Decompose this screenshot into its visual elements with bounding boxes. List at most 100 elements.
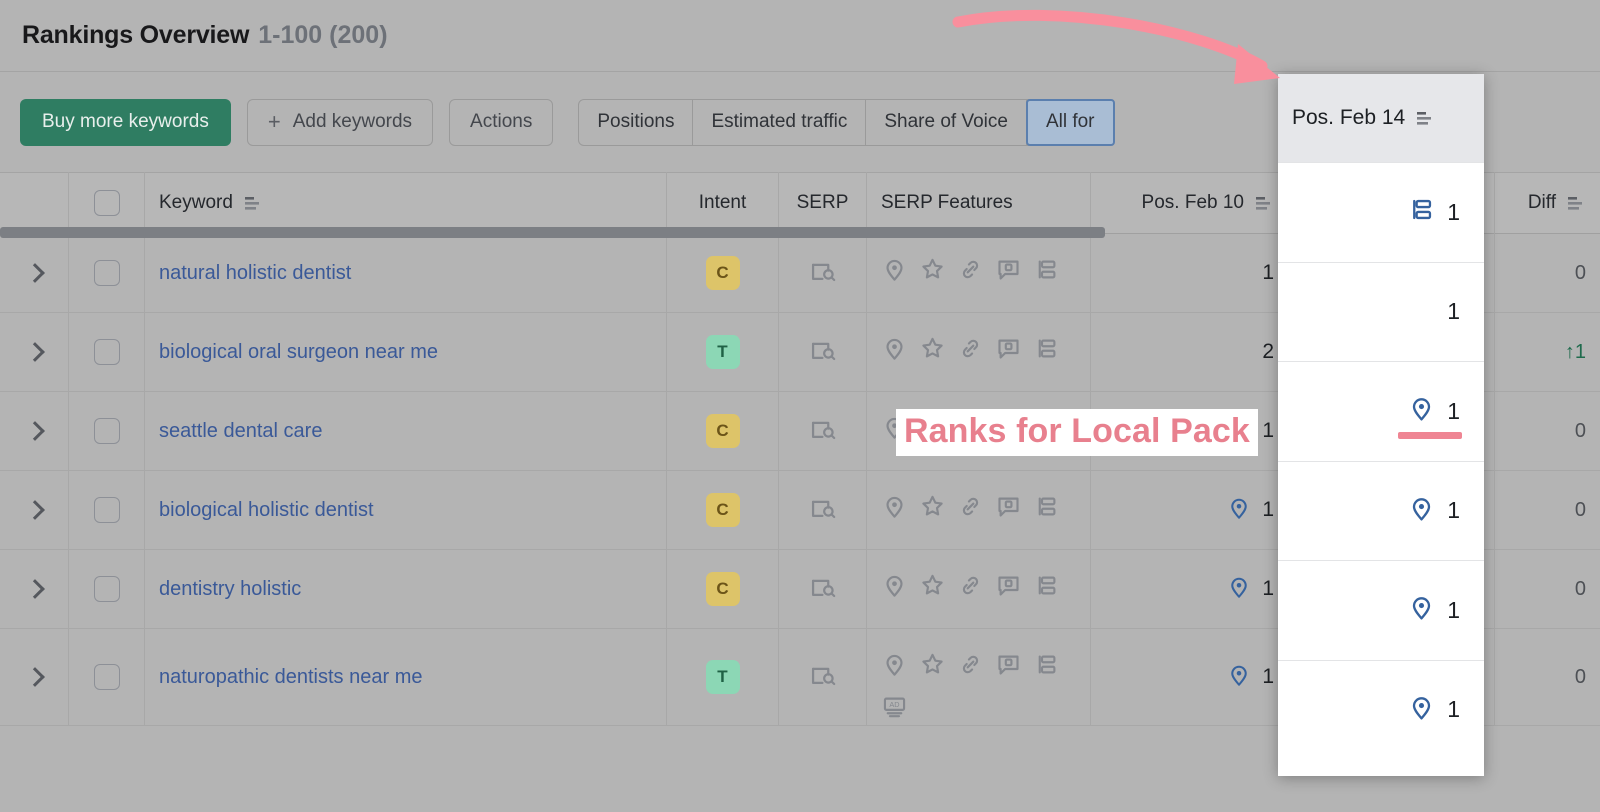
link-icon[interactable] — [957, 493, 984, 525]
keyword-link[interactable]: seattle dental care — [159, 420, 322, 443]
keyword-link[interactable]: dentistry holistic — [159, 578, 301, 601]
sort-icon[interactable] — [1415, 110, 1435, 126]
questions-icon[interactable] — [995, 335, 1022, 367]
header-intent[interactable]: Intent — [666, 172, 778, 234]
actions-button[interactable]: Actions — [449, 98, 554, 146]
intent-badge[interactable]: C — [705, 572, 740, 606]
link-icon[interactable] — [957, 335, 984, 367]
intent-badge[interactable]: T — [705, 335, 740, 369]
sitelinks-icon[interactable] — [1033, 572, 1060, 604]
local-pack-icon[interactable] — [1226, 662, 1252, 693]
chevron-right-icon[interactable] — [28, 666, 41, 688]
chevron-right-icon[interactable] — [28, 420, 41, 442]
add-keywords-button[interactable]: + Add keywords — [246, 98, 434, 146]
overlay-row[interactable]: 1 — [1278, 560, 1484, 660]
keyword-link[interactable]: biological oral surgeon near me — [159, 341, 438, 364]
row-checkbox[interactable] — [93, 664, 120, 690]
serp-cell[interactable] — [778, 550, 866, 628]
row-checkbox[interactable] — [93, 418, 120, 444]
local-pack-icon[interactable] — [881, 256, 908, 288]
overlay-row[interactable]: 1 — [1278, 162, 1484, 262]
local-pack-icon[interactable] — [1407, 394, 1436, 428]
tab-positions[interactable]: Positions — [579, 99, 694, 145]
sort-icon[interactable] — [1566, 195, 1586, 211]
questions-icon[interactable] — [995, 493, 1022, 525]
questions-icon[interactable] — [995, 256, 1022, 288]
expand-row-button[interactable] — [0, 471, 68, 549]
serp-cell[interactable] — [778, 629, 866, 725]
local-pack-icon[interactable] — [881, 493, 908, 525]
overlay-row[interactable]: 1 — [1278, 460, 1484, 561]
pos-feb10-cell: 1 — [1090, 629, 1288, 725]
local-pack-icon[interactable] — [1407, 593, 1436, 627]
overlay-header[interactable]: Pos. Feb 14 — [1278, 74, 1484, 162]
row-checkbox[interactable] — [93, 497, 120, 523]
chevron-right-icon[interactable] — [28, 341, 41, 363]
overlay-row-value: 1 — [1447, 198, 1460, 225]
intent-badge[interactable]: C — [705, 493, 740, 527]
local-pack-icon[interactable] — [881, 572, 908, 604]
local-pack-icon[interactable] — [1407, 494, 1436, 528]
serp-cell[interactable] — [778, 313, 866, 391]
serp-cell[interactable] — [778, 392, 866, 470]
header-pos-feb10[interactable]: Pos. Feb 10 — [1090, 172, 1288, 234]
overlay-row[interactable]: 1 — [1278, 659, 1484, 760]
sitelinks-icon[interactable] — [1033, 256, 1060, 288]
keyword-link[interactable]: biological holistic dentist — [159, 499, 374, 522]
overlay-row[interactable]: 1 — [1278, 261, 1484, 362]
sitelinks-icon[interactable] — [1033, 493, 1060, 525]
chevron-right-icon[interactable] — [28, 578, 41, 600]
reviews-star-icon[interactable] — [919, 572, 946, 604]
sort-icon[interactable] — [243, 195, 263, 211]
local-pack-icon[interactable] — [1226, 495, 1252, 526]
keyword-link[interactable]: naturopathic dentists near me — [159, 666, 423, 689]
header-diff[interactable]: Diff — [1494, 172, 1600, 234]
diff-cell: ↑1 — [1494, 313, 1600, 391]
questions-icon[interactable] — [995, 572, 1022, 604]
intent-badge[interactable]: T — [705, 660, 740, 694]
questions-icon[interactable] — [995, 651, 1022, 683]
reviews-star-icon[interactable] — [919, 335, 946, 367]
sort-icon[interactable] — [1254, 195, 1274, 211]
reviews-star-icon[interactable] — [919, 493, 946, 525]
expand-row-button[interactable] — [0, 234, 68, 312]
header-serp[interactable]: SERP — [778, 172, 866, 234]
select-all-checkbox[interactable] — [93, 190, 120, 216]
expand-row-button[interactable] — [0, 629, 68, 725]
link-icon[interactable] — [957, 651, 984, 683]
intent-badge[interactable]: C — [705, 256, 740, 290]
row-checkbox[interactable] — [93, 339, 120, 365]
local-pack-icon[interactable] — [881, 651, 908, 683]
buy-more-keywords-button[interactable]: Buy more keywords — [20, 98, 231, 146]
tab-share-of-voice[interactable]: Share of Voice — [866, 99, 1027, 145]
chevron-right-icon[interactable] — [28, 499, 41, 521]
serp-cell[interactable] — [778, 234, 866, 312]
expand-row-button[interactable] — [0, 392, 68, 470]
row-checkbox[interactable] — [93, 576, 120, 602]
row-checkbox[interactable] — [93, 260, 120, 286]
overlay-row[interactable]: 1 — [1278, 361, 1484, 461]
link-icon[interactable] — [957, 256, 984, 288]
tab-estimated-traffic[interactable]: Estimated traffic — [693, 99, 867, 145]
serp-cell[interactable] — [778, 471, 866, 549]
tab-all-for[interactable]: All for — [1025, 98, 1115, 146]
sitelinks-icon[interactable] — [1407, 195, 1436, 229]
local-pack-icon[interactable] — [881, 335, 908, 367]
link-icon[interactable] — [957, 572, 984, 604]
expand-row-button[interactable] — [0, 313, 68, 391]
keyword-link[interactable]: natural holistic dentist — [159, 262, 351, 285]
header-keyword[interactable]: Keyword — [144, 172, 666, 234]
chevron-right-icon[interactable] — [28, 262, 41, 284]
pos-feb10-value: 1 — [1262, 665, 1274, 688]
expand-row-button[interactable] — [0, 550, 68, 628]
horizontal-scrollbar[interactable] — [0, 227, 1105, 238]
local-pack-icon[interactable] — [1407, 693, 1436, 727]
local-pack-icon[interactable] — [1226, 574, 1252, 605]
intent-badge[interactable]: C — [705, 414, 740, 448]
reviews-star-icon[interactable] — [919, 256, 946, 288]
header-serp-features[interactable]: SERP Features — [866, 172, 1090, 234]
ads-icon[interactable]: AD — [881, 693, 908, 725]
sitelinks-icon[interactable] — [1033, 335, 1060, 367]
sitelinks-icon[interactable] — [1033, 651, 1060, 683]
reviews-star-icon[interactable] — [919, 651, 946, 683]
